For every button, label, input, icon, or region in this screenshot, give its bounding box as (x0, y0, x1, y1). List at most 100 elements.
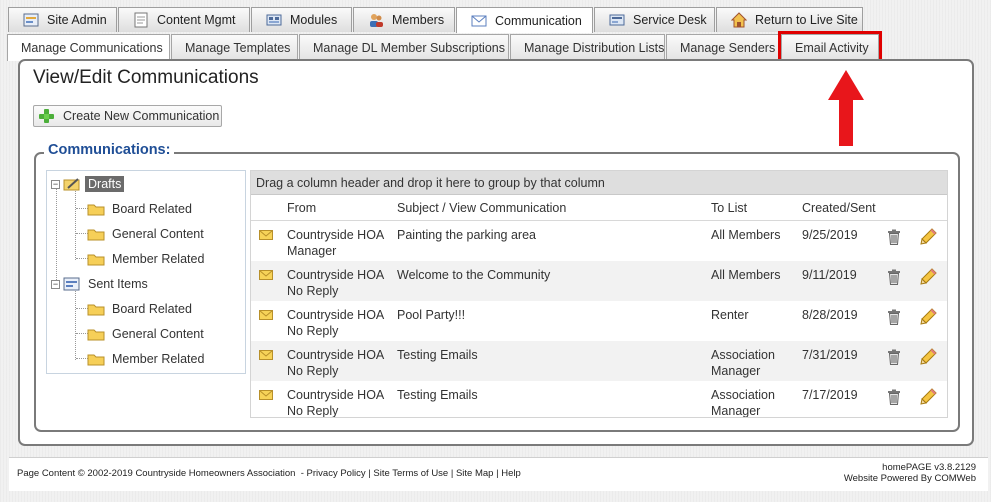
folder-icon (87, 329, 105, 341)
tree-node-sent-items[interactable]: − Sent Items (51, 273, 151, 295)
pencil-icon[interactable] (920, 348, 937, 365)
trash-icon[interactable] (887, 389, 901, 405)
pencil-icon[interactable] (920, 228, 937, 245)
folder-icon (87, 229, 105, 241)
sent-items-icon (63, 277, 80, 291)
from-cell: Countryside HOA Manager (287, 228, 385, 258)
pencil-icon[interactable] (920, 388, 937, 405)
powered-by-text: Website Powered By COMWeb (843, 473, 976, 484)
trash-icon[interactable] (887, 229, 901, 245)
tab-label: Return to Live Site (755, 13, 858, 27)
grid-header: From Subject / View Communication To Lis… (251, 195, 947, 221)
tab-communication[interactable]: Communication (456, 7, 593, 33)
footer-version: homePAGE v3.8.2129 Website Powered By CO… (844, 462, 976, 484)
tab-manage-dl-member-subscriptions[interactable]: Manage DL Member Subscriptions (299, 34, 509, 60)
tree-node-sent-general-content[interactable]: General Content (87, 323, 207, 345)
tab-manage-communications[interactable]: Manage Communications (7, 34, 170, 61)
tab-label: Modules (290, 13, 338, 27)
tab-manage-templates[interactable]: Manage Templates (171, 34, 298, 60)
tree-connector (56, 187, 57, 284)
folder-icon (87, 254, 105, 266)
tab-email-activity[interactable]: Email Activity (778, 31, 882, 63)
date-cell: 8/28/2019 (802, 308, 858, 322)
collapse-icon[interactable]: − (51, 279, 60, 289)
from-cell: Countryside HOA No Reply (287, 348, 385, 378)
plus-icon (38, 108, 54, 124)
tree-node-label: Member Related (112, 252, 205, 266)
to-list-cell: Association Manager (711, 348, 775, 378)
tree-connector (75, 189, 76, 260)
tree-node-label: General Content (112, 227, 204, 241)
column-header-to-list[interactable]: To List (711, 201, 747, 215)
column-header-subject[interactable]: Subject / View Communication (397, 201, 566, 215)
tab-service-desk[interactable]: Service Desk (594, 7, 715, 32)
footer: Page Content © 2002-2019 Countryside Hom… (9, 457, 988, 491)
page-title: View/Edit Communications (33, 67, 259, 88)
site-terms-link[interactable]: Site Terms of Use (373, 468, 448, 479)
tree-node-drafts-board-related[interactable]: Board Related (87, 198, 195, 220)
tree-node-sent-board-related[interactable]: Board Related (87, 298, 195, 320)
tab-site-admin[interactable]: Site Admin (8, 7, 117, 32)
tab-content-mgmt[interactable]: Content Mgmt (118, 7, 250, 32)
column-header-created-sent[interactable]: Created/Sent (802, 201, 876, 215)
folder-tree: − Drafts Board Related General Content M… (46, 170, 246, 374)
site-map-link[interactable]: Site Map (456, 468, 494, 479)
tree-connector (75, 289, 76, 360)
subject-link[interactable]: Painting the parking area (397, 227, 536, 243)
tab-return-to-live-site[interactable]: Return to Live Site (716, 7, 863, 32)
create-new-communication-button[interactable]: Create New Communication (33, 105, 222, 127)
tab-members[interactable]: Members (353, 7, 455, 32)
collapse-icon[interactable]: − (51, 179, 60, 189)
site-admin-icon (23, 12, 39, 28)
subject-link[interactable]: Testing Emails (397, 387, 478, 403)
to-list-cell: Association Manager (711, 388, 775, 418)
envelope-icon (259, 270, 273, 280)
create-button-label: Create New Communication (63, 109, 220, 123)
tree-node-sent-member-related[interactable]: Member Related (87, 348, 207, 370)
tree-node-label: Board Related (112, 202, 192, 216)
pencil-icon[interactable] (920, 308, 937, 325)
trash-icon[interactable] (887, 309, 901, 325)
tab-label: Site Admin (47, 13, 107, 27)
tree-node-label: Drafts (85, 176, 125, 192)
subject-link[interactable]: Testing Emails (397, 347, 478, 363)
drafts-folder-icon (63, 178, 80, 191)
folder-icon (87, 204, 105, 216)
tab-manage-distribution-lists[interactable]: Manage Distribution Lists (510, 34, 665, 60)
modules-icon (266, 12, 282, 28)
envelope-icon (259, 350, 273, 360)
group-by-panel[interactable]: Drag a column header and drop it here to… (251, 171, 947, 195)
pencil-icon[interactable] (920, 268, 937, 285)
folder-icon (87, 354, 105, 366)
envelope-icon (259, 390, 273, 400)
envelope-icon (471, 13, 487, 29)
from-cell: Countryside HOA No Reply (287, 388, 385, 418)
tree-node-drafts-member-related[interactable]: Member Related (87, 248, 207, 270)
date-cell: 7/31/2019 (802, 348, 858, 362)
subject-link[interactable]: Welcome to the Community (397, 267, 550, 283)
trash-icon[interactable] (887, 269, 901, 285)
privacy-policy-link[interactable]: Privacy Policy (307, 468, 366, 479)
top-navigation: Site Admin Content Mgmt Modules Members … (8, 7, 864, 33)
table-row[interactable]: Countryside HOA No Reply Testing Emails Ass… (251, 381, 947, 418)
column-header-from[interactable]: From (287, 201, 316, 215)
tab-manage-senders[interactable]: Manage Senders (666, 34, 780, 60)
date-cell: 9/25/2019 (802, 228, 858, 242)
tab-label: Content Mgmt (157, 13, 236, 27)
help-link[interactable]: Help (501, 468, 521, 479)
table-row[interactable]: Countryside HOA No Reply Testing Emails Ass… (251, 341, 947, 381)
folder-icon (87, 304, 105, 316)
table-row[interactable]: Countryside HOA No Reply Pool Party!!! Rent… (251, 301, 947, 341)
copyright-text: Page Content © 2002-2019 Countryside Hom… (17, 468, 296, 479)
subject-link[interactable]: Pool Party!!! (397, 307, 465, 323)
footer-links: Page Content © 2002-2019 Countryside Hom… (17, 468, 521, 479)
table-row[interactable]: Countryside HOA No Reply Welcome to the Co… (251, 261, 947, 301)
tree-node-drafts[interactable]: − Drafts (51, 173, 125, 195)
service-desk-icon (609, 12, 625, 28)
table-row[interactable]: Countryside HOA Manager Painting the parki… (251, 221, 947, 261)
tab-modules[interactable]: Modules (251, 7, 352, 32)
tree-node-drafts-general-content[interactable]: General Content (87, 223, 207, 245)
communications-fieldset: Communications: − Drafts Board Related G… (34, 142, 960, 432)
trash-icon[interactable] (887, 349, 901, 365)
envelope-icon (259, 310, 273, 320)
